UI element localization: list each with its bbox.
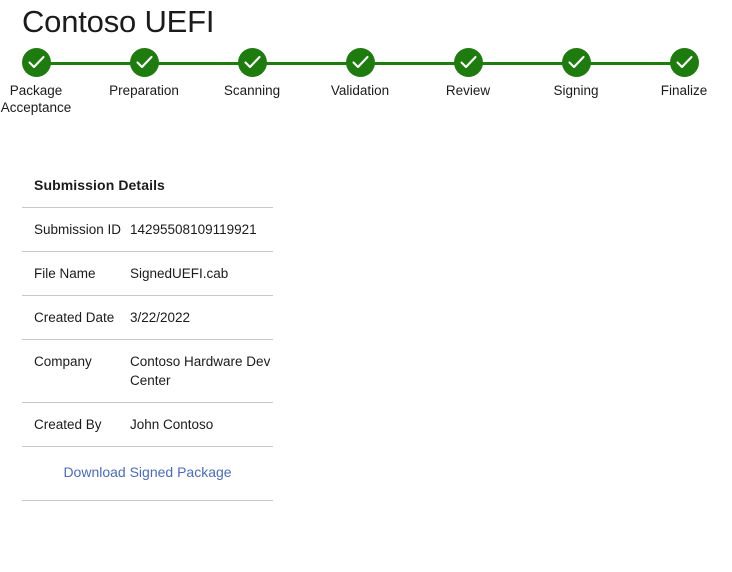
step-scanning[interactable]: Scanning: [198, 48, 306, 99]
step-label: Preparation: [109, 83, 179, 98]
download-signed-package-link[interactable]: Download Signed Package: [63, 464, 231, 480]
table-row: Created Date 3/22/2022: [22, 295, 273, 339]
check-icon: [561, 48, 591, 77]
progress-stepper: Package Acceptance Preparation Scanning …: [0, 48, 732, 123]
table-row: File Name SignedUEFI.cab: [22, 251, 273, 295]
detail-value: John Contoso: [130, 417, 214, 432]
check-icon: [21, 48, 51, 77]
table-row: Created By John Contoso: [22, 402, 273, 446]
check-icon: [237, 48, 267, 77]
check-icon: [669, 48, 699, 77]
check-icon: [345, 48, 375, 77]
submission-details-card: Submission Details Submission ID 1429550…: [22, 172, 273, 501]
step-finalize[interactable]: Finalize: [630, 48, 732, 99]
detail-value: 3/22/2022: [130, 310, 191, 325]
check-icon: [453, 48, 483, 77]
detail-value: 14295508109119921: [130, 222, 257, 237]
detail-key: File Name: [34, 266, 96, 281]
step-label: Signing: [553, 83, 599, 98]
step-signing[interactable]: Signing: [522, 48, 630, 99]
detail-key: Company: [34, 354, 92, 369]
table-row: Company Contoso Hardware Dev Center: [22, 339, 273, 402]
table-row: Submission ID 14295508109119921: [22, 207, 273, 251]
step-label: Package Acceptance: [0, 83, 72, 115]
page-title: Contoso UEFI: [22, 4, 215, 39]
detail-key: Submission ID: [34, 222, 122, 237]
check-icon: [129, 48, 159, 77]
submission-details-heading: Submission Details: [34, 177, 165, 193]
detail-value: SignedUEFI.cab: [130, 266, 229, 281]
download-row: Download Signed Package: [22, 446, 273, 501]
step-preparation[interactable]: Preparation: [90, 48, 198, 99]
step-package-acceptance[interactable]: Package Acceptance: [0, 48, 90, 116]
step-label: Review: [445, 83, 491, 98]
detail-value: Contoso Hardware Dev Center: [130, 354, 271, 388]
step-label: Validation: [330, 83, 390, 98]
step-review[interactable]: Review: [414, 48, 522, 99]
step-label: Finalize: [660, 83, 708, 98]
detail-key: Created By: [34, 417, 102, 432]
detail-key: Created Date: [34, 310, 115, 325]
step-label: Scanning: [223, 83, 281, 98]
step-validation[interactable]: Validation: [306, 48, 414, 99]
